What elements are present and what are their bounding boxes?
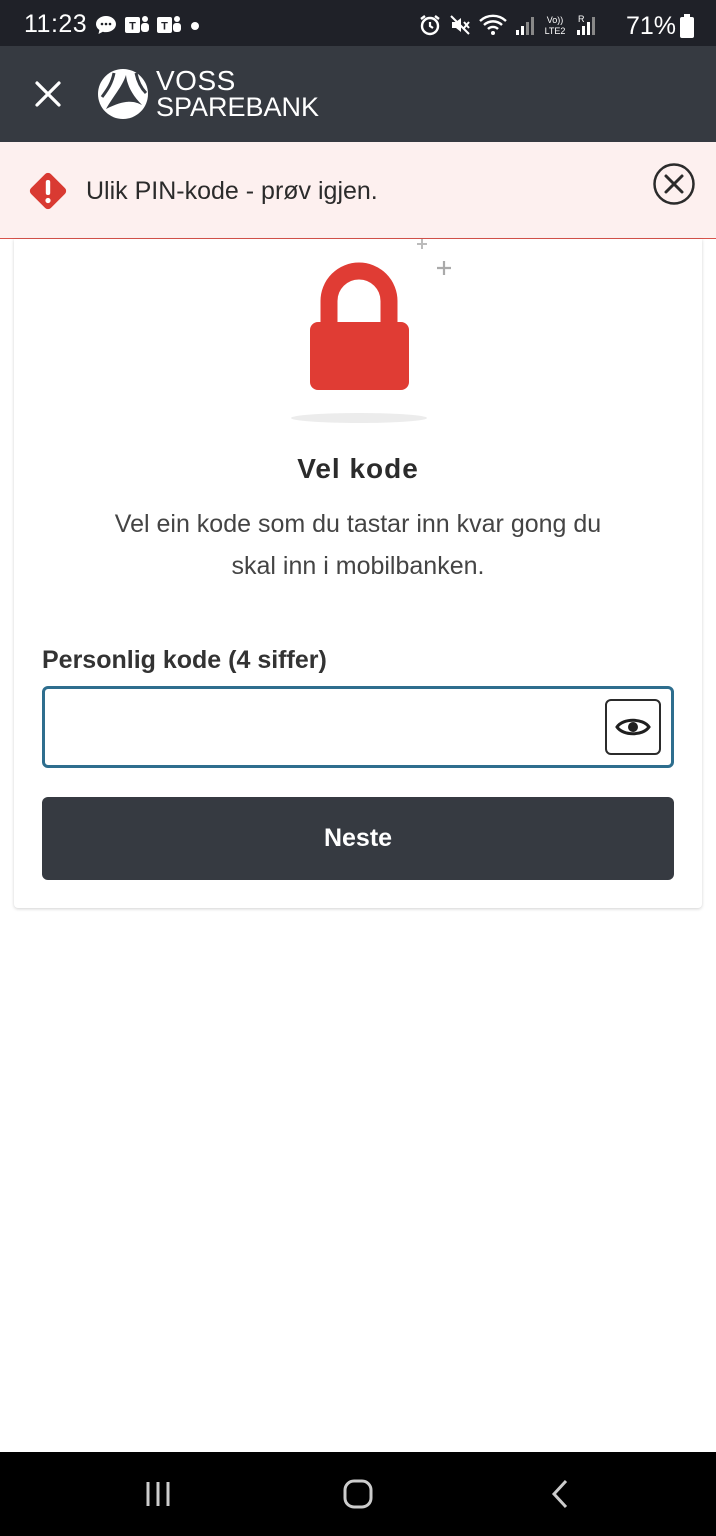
- home-icon: [343, 1479, 373, 1509]
- signal-roaming-icon: R: [577, 14, 595, 35]
- pin-setup-card: Vel kode Vel ein kode som du tastar inn …: [14, 239, 702, 908]
- teams-icon-2: T: [157, 16, 181, 33]
- back-icon: [551, 1479, 568, 1509]
- volte-icon: Vo)) LTE2: [545, 15, 566, 36]
- card-title: Vel kode: [297, 453, 419, 484]
- svg-text:LTE2: LTE2: [545, 26, 566, 36]
- home-button[interactable]: [334, 1470, 382, 1518]
- message-icon: [96, 16, 116, 34]
- svg-text:R: R: [578, 14, 585, 24]
- bank-logo: VOSS SPAREBANK: [96, 66, 319, 122]
- app-header: VOSS SPAREBANK: [0, 46, 716, 142]
- svg-text:T: T: [129, 21, 136, 33]
- warning-icon: [29, 172, 67, 210]
- close-icon: [35, 81, 61, 107]
- dismiss-error-button[interactable]: [652, 162, 696, 206]
- signal-icon: [516, 17, 534, 35]
- svg-text:Vo)): Vo)): [547, 15, 564, 25]
- back-button[interactable]: [536, 1470, 584, 1518]
- system-navigation-bar: [0, 1452, 716, 1536]
- svg-text:T: T: [161, 21, 168, 33]
- notification-icons: T T: [94, 13, 202, 37]
- wifi-icon: [479, 14, 507, 35]
- status-time: 11:23: [24, 10, 88, 38]
- eye-icon: [615, 718, 651, 736]
- logo-text-voss: VOSS: [156, 65, 236, 96]
- error-message: Ulik PIN-kode - prøv igjen.: [86, 177, 378, 205]
- pin-input[interactable]: [55, 699, 599, 757]
- close-button[interactable]: [24, 70, 72, 118]
- battery-percent: 71%: [625, 12, 676, 40]
- teams-icon: T: [125, 16, 149, 33]
- alarm-icon: [420, 15, 440, 36]
- close-circle-icon: [653, 163, 695, 205]
- voss-sparebank-logo-mark-icon: [98, 69, 148, 119]
- mute-icon: [450, 15, 470, 35]
- battery-icon: [680, 14, 694, 38]
- status-bar: 11:23 T T Vo)) LTE2 R 71%: [0, 0, 716, 46]
- card-description: Vel ein kode som du tastar inn kvar gong…: [114, 510, 602, 580]
- logo-text: VOSS SPAREBANK: [156, 65, 320, 122]
- toggle-pin-visibility-button[interactable]: [605, 699, 661, 755]
- pin-field-label: Personlig kode (4 siffer): [42, 646, 327, 674]
- more-notifications-dot-icon: [191, 22, 199, 30]
- error-banner: Ulik PIN-kode - prøv igjen.: [0, 142, 716, 239]
- lock-icon: [291, 239, 451, 423]
- recent-apps-button[interactable]: [134, 1470, 182, 1518]
- recent-apps-icon: [146, 1482, 170, 1506]
- next-button[interactable]: Neste: [42, 797, 674, 880]
- system-icons: Vo)) LTE2 R: [418, 12, 598, 38]
- pin-input-container: [42, 686, 674, 768]
- logo-text-sparebank: SPAREBANK: [156, 92, 320, 122]
